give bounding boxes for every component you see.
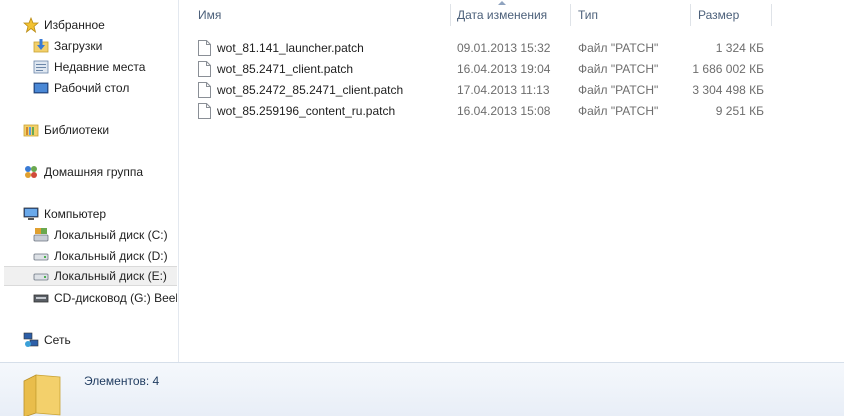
nav-disk-e-label: Локальный диск (E:) xyxy=(54,269,167,283)
folder-icon xyxy=(22,371,62,416)
nav-favorites[interactable]: Избранное xyxy=(22,15,172,35)
nav-cd-label: CD-дисковод (G:) Beeli xyxy=(54,291,177,305)
column-header-type[interactable]: Тип xyxy=(560,0,690,30)
column-name-label: Имя xyxy=(198,8,222,22)
nav-computer-label: Компьютер xyxy=(44,207,107,221)
file-name-cell: wot_85.259196_content_ru.patch xyxy=(198,102,396,119)
nav-computer[interactable]: Компьютер xyxy=(22,204,172,224)
nav-network[interactable]: Сеть xyxy=(22,330,172,350)
file-size: 3 304 498 КБ xyxy=(692,82,764,97)
file-type: Файл "PATCH" xyxy=(578,40,659,55)
nav-disk-e[interactable]: Локальный диск (E:) xyxy=(4,266,177,286)
file-date: 16.04.2013 19:04 xyxy=(457,61,551,76)
file-name: wot_85.2472_85.2471_client.patch xyxy=(217,82,404,97)
star-icon xyxy=(22,17,39,33)
file-name-cell: wot_81.141_launcher.patch xyxy=(198,39,364,56)
drive-icon xyxy=(32,268,49,284)
file-type: Файл "PATCH" xyxy=(578,103,659,118)
navigation-pane: Избранное Загрузки Недавние места Рабочи… xyxy=(0,0,179,362)
file-name-cell: wot_85.2472_85.2471_client.patch xyxy=(198,81,404,98)
nav-libraries-label: Библиотеки xyxy=(44,123,110,137)
nav-favorites-label: Избранное xyxy=(44,18,105,32)
network-icon xyxy=(22,332,39,348)
nav-cd-drive[interactable]: CD-дисковод (G:) Beeli xyxy=(32,288,177,308)
nav-downloads[interactable]: Загрузки xyxy=(32,36,177,56)
nav-recent-label: Недавние места xyxy=(54,60,146,74)
file-size: 9 251 КБ xyxy=(715,103,764,118)
nav-homegroup[interactable]: Домашняя группа xyxy=(22,162,172,182)
nav-homegroup-label: Домашняя группа xyxy=(44,165,144,179)
file-icon xyxy=(198,60,211,77)
homegroup-icon xyxy=(22,164,39,180)
file-name-cell: wot_85.2471_client.patch xyxy=(198,60,354,77)
file-name: wot_81.141_launcher.patch xyxy=(217,40,364,55)
nav-desktop[interactable]: Рабочий стол xyxy=(32,78,177,98)
nav-disk-c-label: Локальный диск (C:) xyxy=(54,228,168,242)
file-type: Файл "PATCH" xyxy=(578,82,659,97)
column-size-label: Размер xyxy=(698,8,740,22)
file-list: Имя Дата изменения Тип Размер wot_81.141… xyxy=(180,0,844,362)
column-header-name[interactable]: Имя xyxy=(180,0,450,30)
nav-disk-d[interactable]: Локальный диск (D:) xyxy=(32,246,177,266)
nav-network-label: Сеть xyxy=(44,333,71,347)
recent-places-icon xyxy=(32,59,49,75)
column-header-size[interactable]: Размер xyxy=(680,0,770,30)
file-icon xyxy=(198,39,211,56)
file-size: 1 324 КБ xyxy=(715,40,764,55)
nav-disk-c[interactable]: Локальный диск (C:) xyxy=(32,225,177,245)
file-type: Файл "PATCH" xyxy=(578,61,659,76)
file-icon xyxy=(198,102,211,119)
column-header-date[interactable]: Дата изменения xyxy=(439,0,569,30)
file-icon xyxy=(198,81,211,98)
column-separator[interactable] xyxy=(771,4,772,26)
table-row[interactable]: wot_85.2471_client.patch 16.04.2013 19:0… xyxy=(180,58,844,79)
file-date: 16.04.2013 15:08 xyxy=(457,103,551,118)
nav-recent-places[interactable]: Недавние места xyxy=(32,57,177,77)
computer-icon xyxy=(22,206,39,222)
libraries-icon xyxy=(22,122,39,138)
downloads-folder-icon xyxy=(32,38,49,54)
cd-drive-icon xyxy=(32,290,49,306)
file-date: 09.01.2013 15:32 xyxy=(457,40,551,55)
nav-disk-d-label: Локальный диск (D:) xyxy=(54,249,168,263)
desktop-icon xyxy=(32,80,49,96)
file-date: 17.04.2013 11:13 xyxy=(457,82,550,97)
column-type-label: Тип xyxy=(578,8,599,22)
details-pane: Элементов: 4 xyxy=(0,362,844,416)
nav-libraries[interactable]: Библиотеки xyxy=(22,120,172,140)
file-size: 1 686 002 КБ xyxy=(692,61,764,76)
nav-downloads-label: Загрузки xyxy=(54,39,103,53)
file-name: wot_85.259196_content_ru.patch xyxy=(217,103,396,118)
file-name: wot_85.2471_client.patch xyxy=(217,61,354,76)
nav-desktop-label: Рабочий стол xyxy=(54,81,130,95)
column-date-label: Дата изменения xyxy=(457,8,548,22)
table-row[interactable]: wot_81.141_launcher.patch 09.01.2013 15:… xyxy=(180,37,844,58)
table-row[interactable]: wot_85.259196_content_ru.patch 16.04.201… xyxy=(180,100,844,121)
drive-icon xyxy=(32,248,49,264)
system-drive-icon xyxy=(32,227,49,243)
item-count: Элементов: 4 xyxy=(84,374,160,388)
table-row[interactable]: wot_85.2472_85.2471_client.patch 17.04.2… xyxy=(180,79,844,100)
